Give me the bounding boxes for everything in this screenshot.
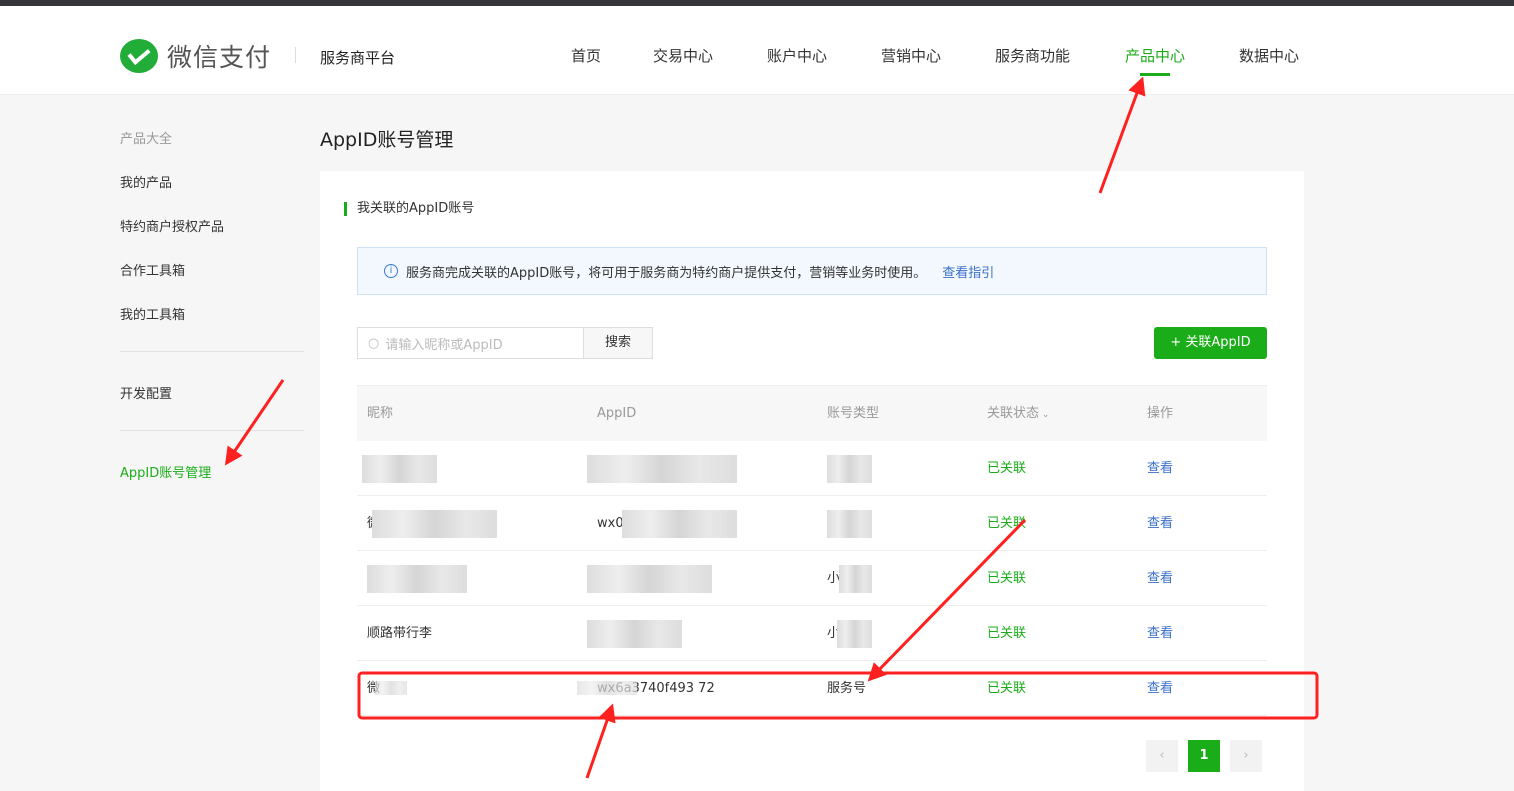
sidebar-item-authorized[interactable]: 特约商户授权产品 bbox=[120, 216, 224, 235]
redacted-block bbox=[372, 510, 497, 538]
next-page-button[interactable]: › bbox=[1230, 740, 1262, 772]
nav-product[interactable]: 产品中心 bbox=[1125, 45, 1185, 76]
nav-trade[interactable]: 交易中心 bbox=[653, 45, 713, 66]
redacted-block bbox=[375, 681, 407, 695]
info-text: 服务商完成关联的AppID账号，将可用于服务商为特约商户提供支付，营销等业务时使… bbox=[406, 265, 927, 281]
status-badge: 已关联 bbox=[987, 681, 1027, 696]
type-cell: 服务号 bbox=[827, 681, 867, 696]
logo-text: 微信支付 bbox=[167, 43, 272, 72]
search-input[interactable]: ○ 请输入昵称或AppID bbox=[357, 327, 584, 359]
table-row: 已关联 查看 bbox=[357, 441, 1267, 496]
col-type: 账号类型 bbox=[827, 406, 880, 421]
content-card: 我关联的AppID账号 i 服务商完成关联的AppID账号，将可用于服务商为特约商… bbox=[320, 171, 1304, 791]
section-title: 我关联的AppID账号 bbox=[344, 202, 474, 216]
search-button[interactable]: 搜索 bbox=[583, 327, 653, 359]
redacted-block bbox=[837, 620, 872, 648]
status-badge: 已关联 bbox=[987, 461, 1027, 476]
status-badge: 已关联 bbox=[987, 571, 1027, 586]
guide-link[interactable]: 查看指引 bbox=[942, 262, 994, 281]
sidebar-item-appid[interactable]: AppID账号管理 bbox=[120, 462, 211, 481]
table-row: 顺路带行李2c048小已关联查看 bbox=[357, 606, 1267, 661]
appid-cell: wx0 bbox=[597, 516, 624, 531]
table-row: 微 wx6a3740f493 72 服务号 已关联 查看 bbox=[357, 661, 1267, 716]
col-action: 操作 bbox=[1147, 406, 1174, 421]
view-link[interactable]: 查看 bbox=[1147, 551, 1173, 606]
view-link[interactable]: 查看 bbox=[1147, 606, 1173, 661]
nav-provider[interactable]: 服务商功能 bbox=[995, 45, 1070, 66]
sidebar-item-coop-tools[interactable]: 合作工具箱 bbox=[120, 260, 185, 279]
wechat-pay-icon bbox=[120, 39, 158, 73]
nickname-cell: 顺路带行李 bbox=[367, 626, 433, 641]
nav-home[interactable]: 首页 bbox=[571, 45, 601, 66]
platform-name: 服务商平台 bbox=[320, 49, 396, 67]
redacted-block bbox=[577, 681, 637, 695]
table-row: d7小已关联查看 bbox=[357, 551, 1267, 606]
sidebar-item-all-products[interactable]: 产品大全 bbox=[120, 128, 172, 147]
view-link[interactable]: 查看 bbox=[1147, 496, 1173, 551]
divider bbox=[120, 430, 304, 431]
redacted-block bbox=[622, 510, 737, 538]
redacted-block bbox=[587, 620, 682, 648]
nav-marketing[interactable]: 营销中心 bbox=[881, 45, 941, 66]
sidebar-item-dev-config[interactable]: 开发配置 bbox=[120, 383, 172, 402]
redacted-block bbox=[827, 510, 872, 538]
nav-data[interactable]: 数据中心 bbox=[1239, 45, 1299, 66]
sidebar-item-my-tools[interactable]: 我的工具箱 bbox=[120, 304, 185, 323]
status-badge: 已关联 bbox=[987, 626, 1027, 641]
col-nickname: 昵称 bbox=[367, 406, 394, 421]
divider bbox=[295, 47, 296, 63]
table-row: 微wx0已关联查看 bbox=[357, 496, 1267, 551]
page-title: AppID账号管理 bbox=[320, 129, 454, 151]
prev-page-button[interactable]: ‹ bbox=[1146, 740, 1178, 772]
table-header: 昵称 AppID 账号类型 关联状态 ⌄ 操作 bbox=[357, 385, 1267, 441]
divider bbox=[120, 351, 304, 352]
status-badge: 已关联 bbox=[987, 516, 1027, 531]
redacted-block bbox=[362, 455, 437, 483]
search-placeholder: 请输入昵称或AppID bbox=[385, 337, 503, 353]
redacted-block bbox=[587, 565, 712, 593]
sidebar-item-my-products[interactable]: 我的产品 bbox=[120, 172, 172, 191]
page-1-button[interactable]: 1 bbox=[1188, 740, 1220, 772]
col-status[interactable]: 关联状态 ⌄ bbox=[987, 386, 1049, 443]
chevron-down-icon: ⌄ bbox=[1039, 410, 1050, 420]
info-banner: i 服务商完成关联的AppID账号，将可用于服务商为特约商户提供支付，营销等业务时… bbox=[357, 247, 1267, 295]
info-icon: i bbox=[384, 264, 398, 278]
header: 微信支付 服务商平台 首页 交易中心 账户中心 营销中心 服务商功能 产品中心 … bbox=[0, 6, 1514, 95]
wechat-pay-logo[interactable]: 微信支付 bbox=[120, 38, 271, 74]
view-link[interactable]: 查看 bbox=[1147, 661, 1173, 716]
redacted-block bbox=[367, 565, 467, 593]
redacted-block bbox=[827, 455, 872, 483]
col-appid: AppID bbox=[597, 406, 637, 421]
nav-account[interactable]: 账户中心 bbox=[767, 45, 827, 66]
add-appid-button[interactable]: + 关联AppID bbox=[1154, 327, 1267, 359]
annotation-arrow bbox=[224, 379, 285, 466]
redacted-block bbox=[839, 565, 872, 593]
view-link[interactable]: 查看 bbox=[1147, 441, 1173, 496]
search-icon: ○ bbox=[368, 335, 380, 351]
redacted-block bbox=[587, 455, 737, 483]
